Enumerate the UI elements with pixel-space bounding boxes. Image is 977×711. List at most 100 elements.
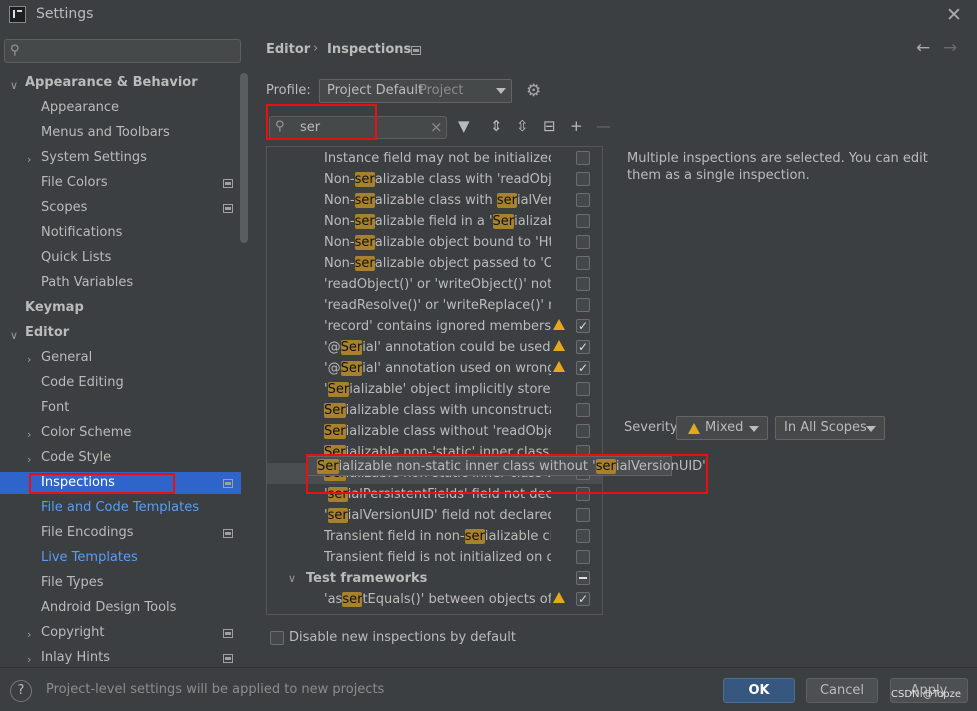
chevron-right-icon[interactable]: › [27,153,31,166]
filter-icon[interactable]: ▼ [458,117,470,135]
checkbox[interactable] [576,589,590,610]
project-level-icon [223,654,233,663]
list-item[interactable]: Non-seralizable field in a 'Serializable… [267,211,602,232]
sidebar-item-file-code-templates[interactable]: File and Code Templates [41,497,199,519]
description-text: Multiple inspections are selected. You c… [627,151,928,183]
sidebar-item-editor[interactable]: Editor [25,322,69,344]
checkbox[interactable] [576,529,590,543]
gear-icon[interactable]: ⚙ [526,81,541,101]
watermark: CSDN @Topze [891,689,961,700]
disable-new-inspections-label[interactable]: Disable new inspections by default [289,630,516,645]
chevron-right-icon[interactable]: › [27,353,31,366]
scope-dropdown[interactable]: In All Scopes [775,416,885,440]
help-icon[interactable]: ? [10,680,32,702]
list-item[interactable]: Instance field may not be initialized by [267,148,602,169]
sidebar-item-system-settings[interactable]: System Settings [41,147,147,169]
chevron-down-icon[interactable]: ∨ [10,329,18,342]
checkbox[interactable] [576,316,590,337]
sidebar-item-font[interactable]: Font [41,397,69,419]
collapse-all-icon[interactable]: ⇳ [516,117,529,135]
back-arrow-icon[interactable]: ← [916,38,930,58]
list-item[interactable]: Serializable class with unconstructable [267,400,602,421]
cancel-button[interactable]: Cancel [806,678,878,703]
profile-label: Profile: [266,83,311,98]
checkbox[interactable] [576,508,590,522]
disable-new-inspections-checkbox[interactable] [270,631,284,645]
list-item[interactable]: Transient field in non-serializable clas… [267,526,602,547]
clear-icon[interactable]: × [430,118,443,136]
sidebar-item-quick-lists[interactable]: Quick Lists [41,247,111,269]
sidebar-item-path-variables[interactable]: Path Variables [41,272,133,294]
checkbox[interactable] [576,358,590,379]
sidebar-item-file-colors[interactable]: File Colors [41,172,108,194]
chevron-right-icon[interactable]: › [27,653,31,666]
list-item[interactable]: Non-seralizable class with serialVersio [267,190,602,211]
sidebar-item-general[interactable]: General [41,347,92,369]
ok-button[interactable]: OK [723,678,795,703]
add-icon[interactable]: + [570,117,583,135]
sidebar-item-live-templates[interactable]: Live Templates [41,547,138,569]
close-icon[interactable]: ✕ [946,4,962,26]
category-row-test-frameworks[interactable]: ∨ Test frameworks [267,568,602,589]
list-item[interactable]: 'record' contains ignored members [267,316,602,337]
chevron-down-icon[interactable]: ∨ [288,568,296,589]
list-item[interactable]: Serializable class without 'readObject() [267,421,602,442]
sidebar-item-menus-toolbars[interactable]: Menus and Toolbars [41,122,170,144]
warning-icon [688,423,700,434]
sidebar-item-code-style[interactable]: Code Style [41,447,111,469]
severity-dropdown[interactable]: Mixed [676,416,768,440]
checkbox[interactable] [576,550,590,564]
list-item[interactable]: 'Serializable' object implicitly stores … [267,379,602,400]
sidebar-item-notifications[interactable]: Notifications [41,222,122,244]
list-item[interactable]: '@Serial' annotation could be used [267,337,602,358]
forward-arrow-icon[interactable]: → [943,38,957,58]
chevron-right-icon[interactable]: › [27,428,31,441]
settings-search-input[interactable]: ⚲ [4,39,241,63]
list-item[interactable]: Transient field is not initialized on de… [267,547,602,568]
checkbox[interactable] [576,298,590,312]
checkbox[interactable] [576,172,590,186]
sidebar-item-appearance-behavior[interactable]: Appearance & Behavior [25,72,198,94]
list-item[interactable]: Non-seralizable object passed to 'Obj [267,253,602,274]
sidebar-item-android-design-tools[interactable]: Android Design Tools [41,597,176,619]
reset-icon[interactable]: ⊟ [543,117,556,135]
list-item[interactable]: '@Serial' annotation used on wrong me [267,358,602,379]
list-item[interactable]: Non-seralizable class with 'readObject [267,169,602,190]
sidebar-item-file-encodings[interactable]: File Encodings [41,522,134,544]
list-item[interactable]: 'readResolve()' or 'writeReplace()' not … [267,295,602,316]
chevron-right-icon[interactable]: › [27,453,31,466]
sidebar-item-copyright[interactable]: Copyright [41,622,105,644]
chevron-right-icon[interactable]: › [27,628,31,641]
sidebar-item-appearance[interactable]: Appearance [41,97,119,119]
expand-all-icon[interactable]: ⇕ [490,117,503,135]
checkbox[interactable] [576,403,590,417]
dialog-footer: ? Project-level settings will be applied… [0,667,977,711]
profile-dropdown[interactable]: Project Default Project [319,79,512,103]
sidebar-scrollbar[interactable] [240,73,248,243]
list-item[interactable]: Non-seralizable object bound to 'Http [267,232,602,253]
list-item[interactable]: 'serialVersionUID' field not declared 'p [267,505,602,526]
checkbox[interactable] [576,151,590,165]
checkbox[interactable] [576,256,590,270]
checkbox[interactable] [576,337,590,358]
list-item[interactable]: 'assertEquals()' between objects of inco [267,589,602,610]
checkbox[interactable] [576,235,590,249]
sidebar-item-scopes[interactable]: Scopes [41,197,87,219]
warning-icon [553,340,565,351]
list-item[interactable]: 'readObject()' or 'writeObject()' not de… [267,274,602,295]
checkbox[interactable] [576,424,590,438]
checkbox[interactable] [576,193,590,207]
breadcrumb-editor[interactable]: Editor [266,42,310,57]
sidebar-item-file-types[interactable]: File Types [41,572,104,594]
checkbox[interactable] [576,214,590,228]
sidebar-item-keymap[interactable]: Keymap [25,297,84,319]
sidebar-item-color-scheme[interactable]: Color Scheme [41,422,131,444]
inspections-tree[interactable]: Instance field may not be initialized by… [266,146,603,615]
chevron-down-icon[interactable]: ∨ [10,79,18,92]
remove-icon[interactable]: — [596,117,611,135]
checkbox[interactable] [576,382,590,396]
checkbox[interactable] [576,571,590,585]
checkbox[interactable] [576,277,590,291]
sidebar-item-code-editing[interactable]: Code Editing [41,372,124,394]
sidebar-item-inlay-hints[interactable]: Inlay Hints [41,647,110,667]
